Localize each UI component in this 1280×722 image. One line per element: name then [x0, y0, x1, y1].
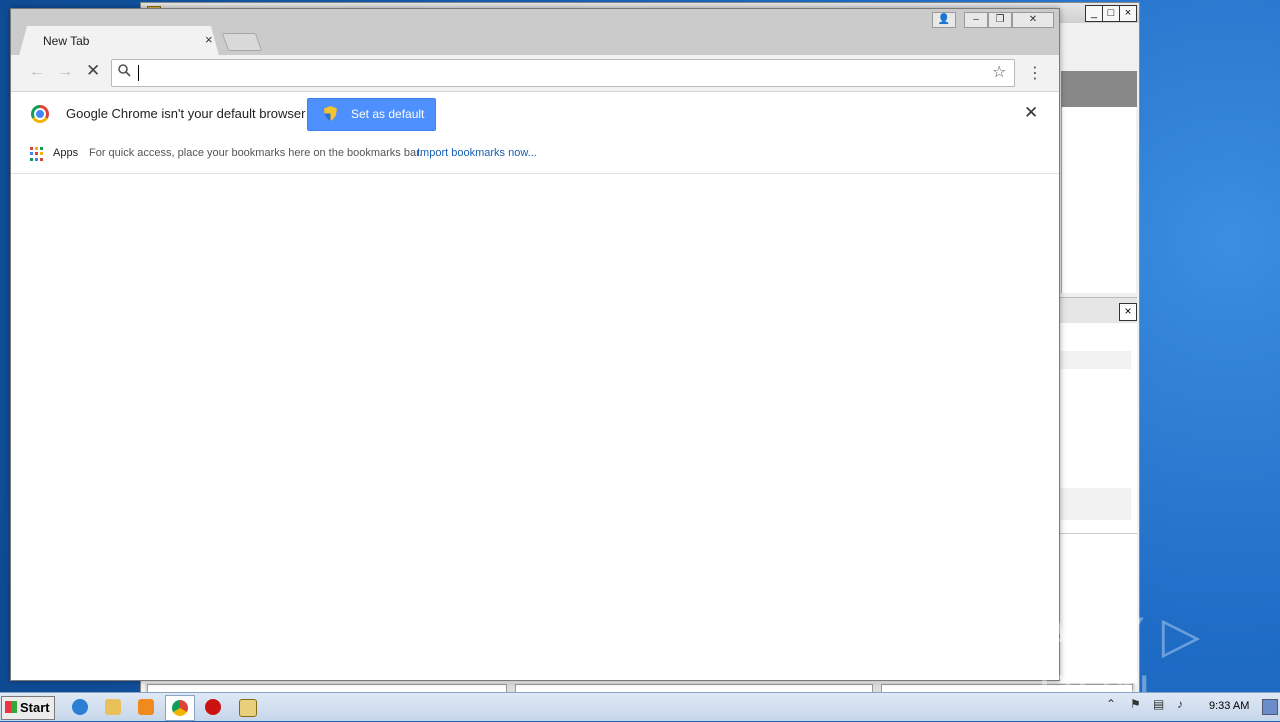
omnibox[interactable]: ☆ — [111, 59, 1015, 87]
show-desktop-button[interactable] — [1262, 699, 1278, 715]
file-explorer-icon[interactable] — [99, 695, 127, 719]
tab-close-icon[interactable]: × — [205, 32, 213, 47]
internet-explorer-icon[interactable] — [66, 695, 94, 719]
background-panel-close-button[interactable]: × — [1119, 303, 1137, 321]
start-button[interactable]: Start — [1, 696, 55, 720]
network-icon[interactable]: ▤ — [1153, 697, 1164, 711]
chrome-window: New Tab × 👤 – ❐ ✕ ← → ✕ ☆ ⋮ Google Chrom… — [10, 8, 1060, 681]
page-content[interactable] — [11, 174, 1059, 680]
clock[interactable]: 9:33 AM — [1209, 700, 1249, 712]
apps-grid-icon[interactable] — [30, 147, 44, 161]
start-label: Start — [20, 700, 50, 715]
background-minimize-button[interactable]: _ — [1085, 5, 1103, 22]
chrome-menu-icon[interactable]: ⋮ — [1027, 63, 1043, 83]
profile-button[interactable]: 👤 — [932, 12, 956, 28]
infobar-message: Google Chrome isn't your default browser — [66, 106, 306, 121]
set-as-default-button[interactable]: Set as default — [307, 98, 436, 131]
new-tab-button[interactable] — [221, 33, 263, 51]
background-row — [1059, 488, 1131, 520]
close-window-button[interactable]: ✕ — [1012, 12, 1054, 28]
background-header-bar — [1061, 71, 1137, 107]
app-window-icon[interactable] — [233, 695, 261, 719]
action-center-flag-icon[interactable]: ⚑ — [1130, 697, 1141, 711]
chrome-taskbar-icon[interactable] — [165, 695, 195, 721]
volume-icon[interactable]: ♪ — [1177, 697, 1183, 711]
chrome-logo-icon — [31, 105, 49, 123]
uac-shield-icon — [324, 106, 337, 121]
bookmark-star-icon[interactable]: ☆ — [992, 62, 1006, 82]
windows-logo-icon — [5, 701, 17, 713]
minimize-button[interactable]: – — [964, 12, 988, 28]
set-as-default-label: Set as default — [351, 107, 425, 121]
bookmarks-hint: For quick access, place your bookmarks h… — [89, 147, 423, 159]
import-bookmarks-link[interactable]: Import bookmarks now... — [417, 147, 537, 159]
opera-icon[interactable] — [199, 695, 227, 719]
background-pane — [1061, 107, 1136, 293]
tab-title: New Tab — [43, 34, 90, 48]
tab-new-tab[interactable]: New Tab × — [19, 26, 219, 56]
background-row — [1059, 351, 1131, 369]
apps-shortcut[interactable]: Apps — [53, 147, 78, 159]
tab-strip: New Tab × 👤 – ❐ ✕ — [11, 9, 1059, 56]
background-maximize-button[interactable]: □ — [1102, 5, 1120, 22]
text-caret — [138, 65, 139, 81]
infobar-close-icon[interactable]: ✕ — [1024, 103, 1038, 123]
taskbar: Start ⌃ ⚑ ▤ ♪ 9:33 AM — [0, 692, 1280, 721]
stop-loading-icon[interactable]: ✕ — [86, 61, 100, 81]
search-icon — [118, 64, 131, 80]
restore-button[interactable]: ❐ — [988, 12, 1012, 28]
toolbar: ← → ✕ ☆ ⋮ — [11, 55, 1059, 91]
background-close-button[interactable]: × — [1119, 5, 1137, 22]
bookmarks-bar: Apps For quick access, place your bookma… — [11, 136, 1059, 174]
address-input[interactable] — [136, 62, 980, 84]
show-hidden-icons-arrow[interactable]: ⌃ — [1106, 697, 1116, 711]
back-arrow-icon[interactable]: ← — [29, 63, 45, 81]
default-browser-infobar: Google Chrome isn't your default browser… — [11, 91, 1059, 137]
forward-arrow-icon[interactable]: → — [57, 63, 73, 81]
media-player-icon[interactable] — [132, 695, 160, 719]
